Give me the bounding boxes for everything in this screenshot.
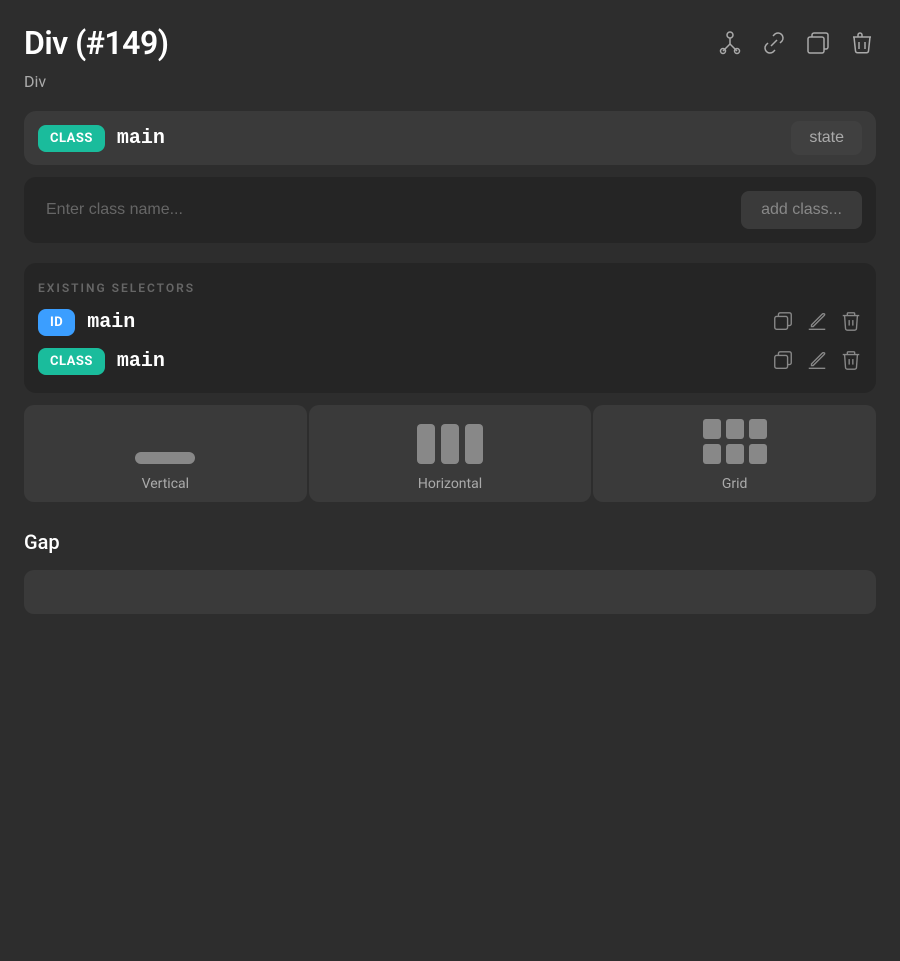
h-block-3 bbox=[465, 424, 483, 464]
state-button[interactable]: state bbox=[791, 121, 862, 155]
class-badge-selector[interactable]: CLASS bbox=[38, 348, 105, 375]
g-block-2 bbox=[726, 419, 744, 439]
gap-title: Gap bbox=[24, 530, 876, 554]
panel: Div (#149) bbox=[0, 0, 900, 634]
header: Div (#149) bbox=[24, 24, 876, 62]
class-row-left: CLASS main bbox=[38, 125, 165, 152]
selector-edit-icon-id[interactable] bbox=[806, 310, 828, 336]
selector-row-id: ID main bbox=[38, 309, 862, 336]
header-icons bbox=[716, 29, 876, 57]
add-class-button[interactable]: add class... bbox=[741, 191, 862, 229]
g-block-3 bbox=[749, 419, 767, 439]
gap-input[interactable] bbox=[24, 570, 876, 614]
grid-label: Grid bbox=[722, 476, 748, 492]
h-block-2 bbox=[441, 424, 459, 464]
id-value: main bbox=[87, 311, 135, 334]
selector-edit-icon-class[interactable] bbox=[806, 349, 828, 375]
layout-option-vertical[interactable]: Vertical bbox=[24, 405, 307, 502]
existing-selectors-label: EXISTING SELECTORS bbox=[38, 281, 862, 295]
selector-actions-class bbox=[772, 349, 862, 375]
g-block-1 bbox=[703, 419, 721, 439]
selector-actions-id bbox=[772, 310, 862, 336]
vertical-layout-icon bbox=[135, 452, 195, 464]
g-block-6 bbox=[749, 444, 767, 464]
input-row: add class... bbox=[24, 177, 876, 243]
class-value: main bbox=[117, 127, 165, 150]
delete-icon[interactable] bbox=[848, 29, 876, 57]
duplicate-icon[interactable] bbox=[804, 29, 832, 57]
class-badge[interactable]: CLASS bbox=[38, 125, 105, 152]
page-title: Div (#149) bbox=[24, 24, 168, 62]
horizontal-label: Horizontal bbox=[418, 476, 482, 492]
class-value-selector: main bbox=[117, 350, 165, 373]
selector-left-id: ID main bbox=[38, 309, 135, 336]
selector-delete-icon-class[interactable] bbox=[840, 349, 862, 375]
gap-section: Gap bbox=[24, 530, 876, 634]
g-block-5 bbox=[726, 444, 744, 464]
h-block-1 bbox=[417, 424, 435, 464]
grid-layout-icon bbox=[703, 419, 767, 464]
link-icon[interactable] bbox=[760, 29, 788, 57]
selector-copy-icon-class[interactable] bbox=[772, 349, 794, 375]
vertical-label: Vertical bbox=[142, 476, 189, 492]
hierarchy-icon[interactable] bbox=[716, 29, 744, 57]
class-name-input[interactable] bbox=[38, 191, 731, 229]
layout-options: Vertical Horizontal Grid bbox=[24, 405, 876, 502]
selector-row-class: CLASS main bbox=[38, 348, 862, 375]
g-block-4 bbox=[703, 444, 721, 464]
selector-copy-icon-id[interactable] bbox=[772, 310, 794, 336]
class-row: CLASS main state bbox=[24, 111, 876, 165]
horizontal-layout-icon bbox=[417, 424, 483, 464]
selector-left-class: CLASS main bbox=[38, 348, 165, 375]
id-badge[interactable]: ID bbox=[38, 309, 75, 336]
selector-delete-icon-id[interactable] bbox=[840, 310, 862, 336]
layout-option-horizontal[interactable]: Horizontal bbox=[309, 405, 592, 502]
layout-option-grid[interactable]: Grid bbox=[593, 405, 876, 502]
element-type-label: Div bbox=[24, 72, 876, 91]
selectors-area: EXISTING SELECTORS ID main bbox=[24, 263, 876, 393]
